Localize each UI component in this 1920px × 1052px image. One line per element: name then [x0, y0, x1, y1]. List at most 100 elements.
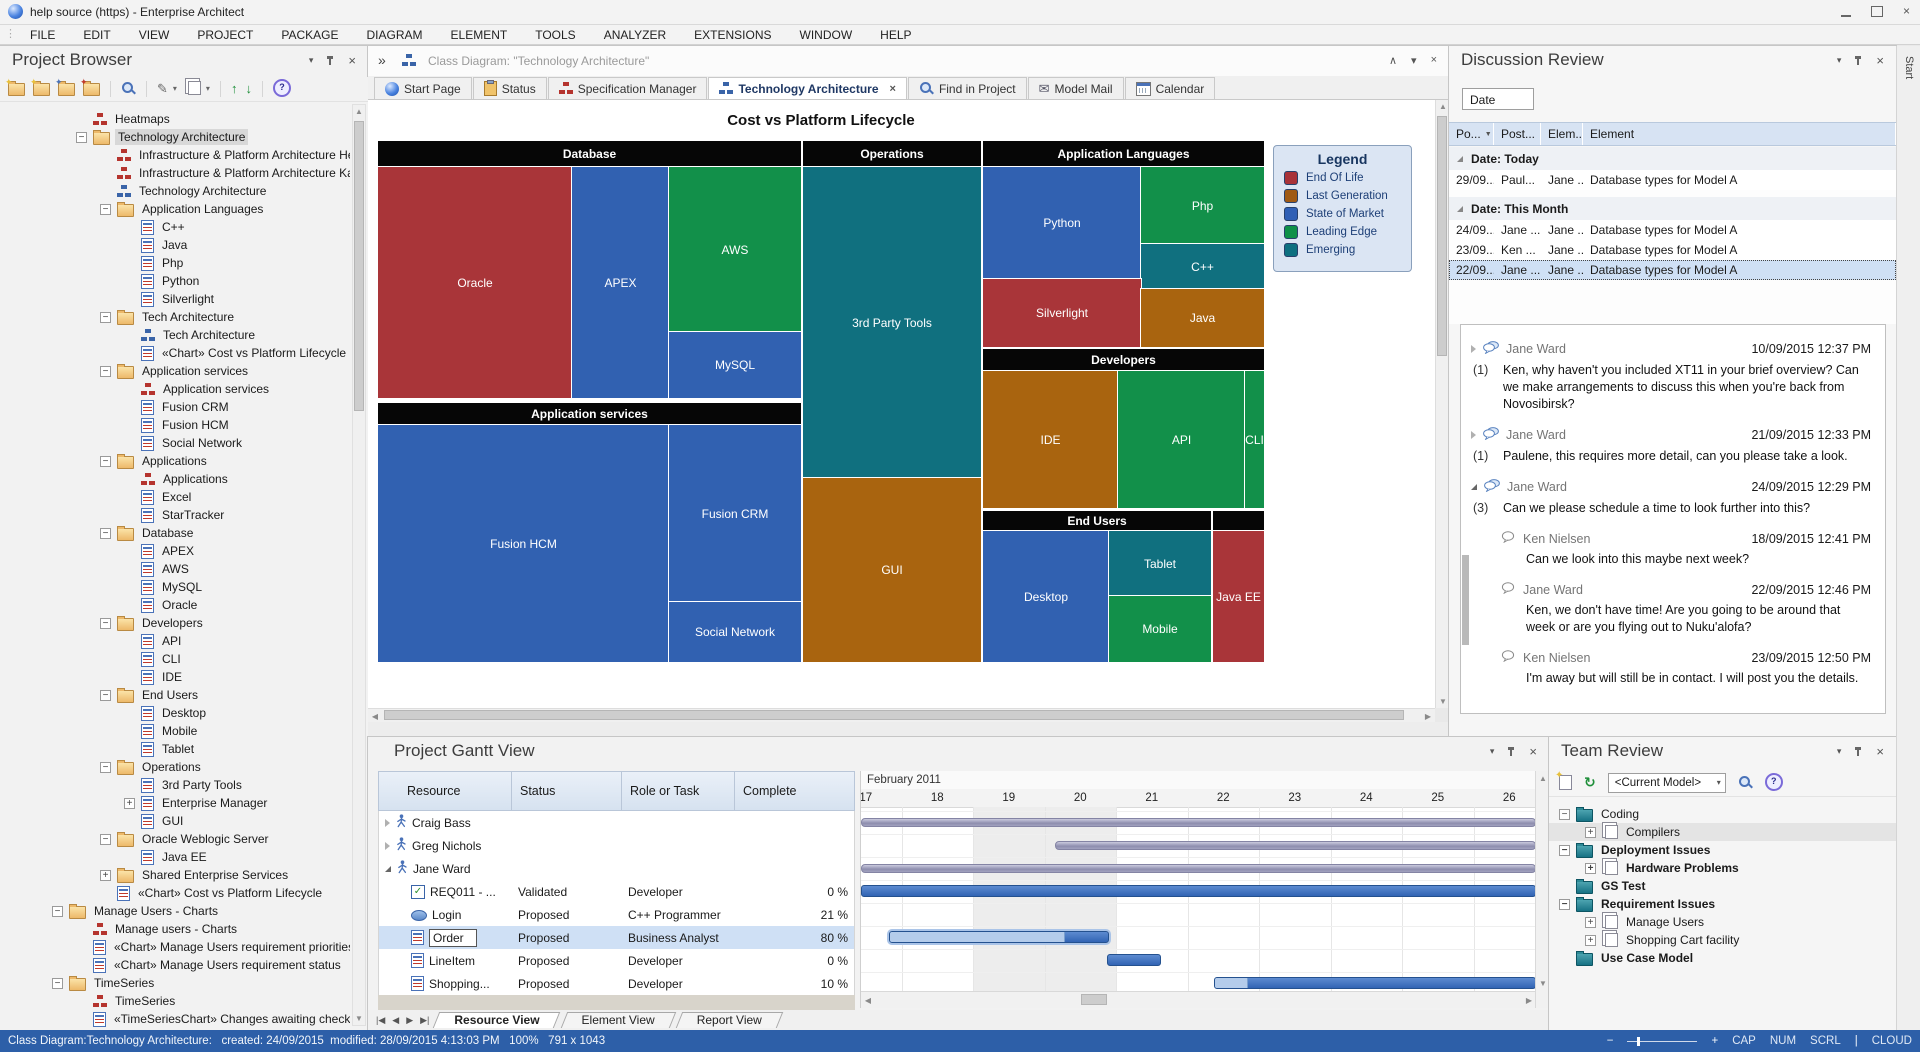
gantt-nav-icon[interactable]: ▶| [420, 1015, 429, 1026]
pin-icon[interactable] [1854, 746, 1863, 757]
tree-item-manage-users-charts[interactable]: −Manage Users - Charts [0, 902, 350, 920]
new-model-button[interactable] [8, 80, 25, 98]
collapse-box-icon[interactable]: − [100, 366, 111, 377]
treemap-block-aws[interactable]: AWS [669, 167, 801, 332]
close-icon[interactable]: × [1529, 747, 1537, 757]
tree-item-timeseries[interactable]: −TimeSeries [0, 974, 350, 992]
tree-item-silverlight[interactable]: Silverlight [0, 290, 350, 308]
new-diagram-button[interactable] [58, 80, 75, 98]
discussion-message[interactable]: Jane Ward24/09/2015 12:29 PM(3)Can we pl… [1471, 479, 1871, 517]
dropdown-icon[interactable]: ▾ [309, 55, 314, 66]
tree-item-end-users[interactable]: −End Users [0, 686, 350, 704]
treemap-block-php[interactable]: Php [1141, 167, 1264, 244]
gantt-nav-icon[interactable]: ◀ [392, 1015, 399, 1026]
refresh-button[interactable]: ↻ [1584, 774, 1596, 792]
model-combo[interactable]: <Current Model>▾ [1608, 773, 1726, 793]
view-tab-report-view[interactable]: Report View [679, 1012, 780, 1028]
menu-edit[interactable]: EDIT [69, 27, 124, 43]
row-expand-icon[interactable] [385, 842, 390, 850]
team-item-gs-test[interactable]: GS Test [1549, 877, 1896, 895]
tree-item-ide[interactable]: IDE [0, 668, 350, 686]
collapse-box-icon[interactable]: − [76, 132, 87, 143]
team-item-coding[interactable]: −Coding [1549, 805, 1896, 823]
copy-button[interactable] [185, 80, 201, 98]
tree-item-developers[interactable]: −Developers [0, 614, 350, 632]
tree-item-fusion-crm[interactable]: Fusion CRM [0, 398, 350, 416]
edit-button[interactable]: ✎ [157, 80, 168, 98]
tree-item-desktop[interactable]: Desktop [0, 704, 350, 722]
search-button[interactable] [1738, 774, 1753, 792]
pin-icon[interactable] [1507, 746, 1516, 757]
tab-specification-manager[interactable]: Specification Manager [548, 77, 708, 99]
group-by-date-box[interactable]: Date [1462, 88, 1534, 110]
tree-item-c[interactable]: C++ [0, 218, 350, 236]
discussion-reply[interactable]: Jane Ward22/09/2015 12:46 PMKen, we don'… [1501, 582, 1871, 636]
treemap-block-desktop[interactable]: Desktop [983, 531, 1109, 662]
scroll-left-icon[interactable]: ◀ [370, 712, 380, 721]
view-tab-resource-view[interactable]: Resource View [436, 1012, 557, 1028]
cloud-indicator[interactable]: CLOUD [1872, 1035, 1912, 1047]
menu-diagram[interactable]: DIAGRAM [353, 27, 437, 43]
gantt-bar[interactable] [1214, 977, 1536, 989]
tree-item-heatmaps[interactable]: Heatmaps [0, 110, 350, 128]
team-item-requirement-issues[interactable]: −Requirement Issues [1549, 895, 1896, 913]
tree-item-excel[interactable]: Excel [0, 488, 350, 506]
treemap-block-c[interactable]: C++ [1141, 244, 1264, 289]
gantt-row-order[interactable]: OrderProposedBusiness Analyst80 % [379, 926, 854, 949]
scroll-down-icon[interactable]: ▼ [1536, 979, 1550, 988]
start-dock-tab[interactable]: Start [1903, 56, 1915, 79]
edit-dropdown-icon[interactable]: ▾ [173, 84, 177, 93]
menu-view[interactable]: VIEW [125, 27, 184, 43]
gantt-bar[interactable] [861, 864, 1536, 873]
tree-item-java[interactable]: Java [0, 236, 350, 254]
close-icon[interactable]: × [348, 56, 356, 66]
treemap-block-social-network[interactable]: Social Network [669, 602, 801, 662]
collapse-box-icon[interactable]: − [100, 618, 111, 629]
gantt-bar[interactable] [861, 885, 1536, 897]
tree-item-php[interactable]: Php [0, 254, 350, 272]
gantt-row-req011[interactable]: ✓REQ011 - ...ValidatedDeveloper0 % [379, 880, 854, 903]
tree-item-database[interactable]: −Database [0, 524, 350, 542]
help-button[interactable]: ? [273, 79, 291, 97]
collapse-box-icon[interactable]: − [52, 906, 63, 917]
collapse-box-icon[interactable]: − [100, 528, 111, 539]
tab-find-in-project[interactable]: Find in Project [908, 77, 1027, 99]
treemap-block-3rd-party-tools[interactable]: 3rd Party Tools [803, 167, 981, 478]
diagram-canvas[interactable]: Cost vs Platform Lifecycle Legend End Of… [368, 100, 1435, 708]
treemap-block-tablet[interactable]: Tablet [1109, 531, 1211, 596]
close-button[interactable]: × [1903, 4, 1910, 18]
gantt-vertical-scrollbar[interactable]: ▲ ▼ [1535, 771, 1550, 1008]
tree-item-enterprise-manager[interactable]: +Enterprise Manager [0, 794, 350, 812]
tree-item-timeserieschart-changes-awaiting-checkin[interactable]: «TimeSeriesChart» Changes awaiting check… [0, 1010, 350, 1028]
copy-dropdown-icon[interactable]: ▾ [206, 84, 210, 93]
tree-item-java-ee[interactable]: Java EE [0, 848, 350, 866]
group-collapse-icon[interactable] [1457, 156, 1463, 162]
treemap-block-java[interactable]: Java [1141, 289, 1264, 347]
tree-item-manage-users-charts[interactable]: Manage users - Charts [0, 920, 350, 938]
collapse-box-icon[interactable]: − [52, 978, 63, 989]
tree-item-social-network[interactable]: Social Network [0, 434, 350, 452]
row-collapse-icon[interactable] [385, 866, 391, 872]
menu-tools[interactable]: TOOLS [521, 27, 589, 43]
close-tab-icon[interactable]: × [890, 83, 896, 95]
scroll-thumb[interactable] [354, 121, 364, 411]
tree-item-timeseries[interactable]: TimeSeries [0, 992, 350, 1010]
thread-expand-icon[interactable] [1471, 345, 1476, 353]
tree-item-tech-architecture[interactable]: −Tech Architecture [0, 308, 350, 326]
close-icon[interactable]: × [1431, 54, 1437, 67]
treemap-block-fusion-crm[interactable]: Fusion CRM [669, 425, 801, 602]
tree-item-fusion-hcm[interactable]: Fusion HCM [0, 416, 350, 434]
thread-collapse-icon[interactable] [1471, 484, 1477, 490]
gantt-bar[interactable] [1055, 841, 1536, 850]
scroll-up-icon[interactable]: ▲ [1436, 102, 1450, 111]
zoom-in-button[interactable]: + [1711, 1035, 1718, 1047]
gantt-row-greg-nichols[interactable]: Greg Nichols [379, 834, 854, 857]
menu-extensions[interactable]: EXTENSIONS [680, 27, 785, 43]
gantt-column-complete[interactable]: Complete [735, 772, 856, 810]
pin-icon[interactable] [326, 55, 335, 66]
tree-item-shared-enterprise-services[interactable]: +Shared Enterprise Services [0, 866, 350, 884]
treemap-block-cli[interactable]: CLI [1245, 371, 1264, 508]
discussion-row[interactable]: 22/09...Jane ...Jane ...Database types f… [1449, 260, 1896, 280]
dropdown-icon[interactable]: ▾ [1837, 55, 1842, 66]
treemap-block-gui[interactable]: GUI [803, 478, 981, 662]
